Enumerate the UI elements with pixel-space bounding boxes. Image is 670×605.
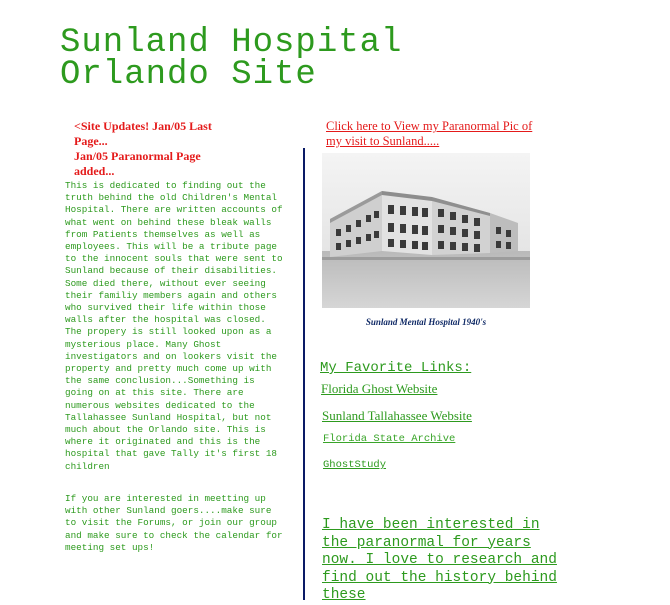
- paranormal-pic-link[interactable]: Click here to View my Paranormal Pic of …: [326, 119, 546, 149]
- update-line-3: Jan/05 Paranormal Page: [74, 149, 201, 163]
- hospital-photo: [322, 153, 530, 308]
- hospital-building-image: [322, 153, 530, 308]
- link-florida-ghost[interactable]: Florida Ghost Website: [321, 381, 437, 397]
- page-title: Sunland Hospital Orlando Site: [60, 24, 403, 94]
- site-updates: <Site Updates! Jan/05 Last Page... Jan/0…: [74, 119, 274, 179]
- update-line-1: <Site Updates! Jan/05 Last: [74, 119, 212, 133]
- forum-paragraph: If you are interested in meetting up wit…: [65, 493, 283, 553]
- link-ghoststudy[interactable]: GhostStudy: [323, 459, 386, 471]
- link-sunland-tallahassee[interactable]: Sunland Tallahassee Website: [322, 408, 472, 424]
- title-line-2: Orlando Site: [60, 56, 317, 94]
- update-line-2: Page...: [74, 134, 108, 148]
- bio-paragraph: I have been interested in the paranormal…: [322, 517, 557, 603]
- photo-caption: Sunland Mental Hospital 1940's: [365, 317, 487, 327]
- favorite-links-heading: My Favorite Links:: [320, 360, 472, 376]
- update-line-4: added...: [74, 164, 115, 178]
- link-florida-state-archive[interactable]: Florida State Archive: [323, 433, 455, 445]
- title-line-1: Sunland Hospital: [60, 24, 403, 62]
- column-divider: [303, 148, 305, 600]
- intro-paragraph: This is dedicated to finding out the tru…: [65, 180, 283, 472]
